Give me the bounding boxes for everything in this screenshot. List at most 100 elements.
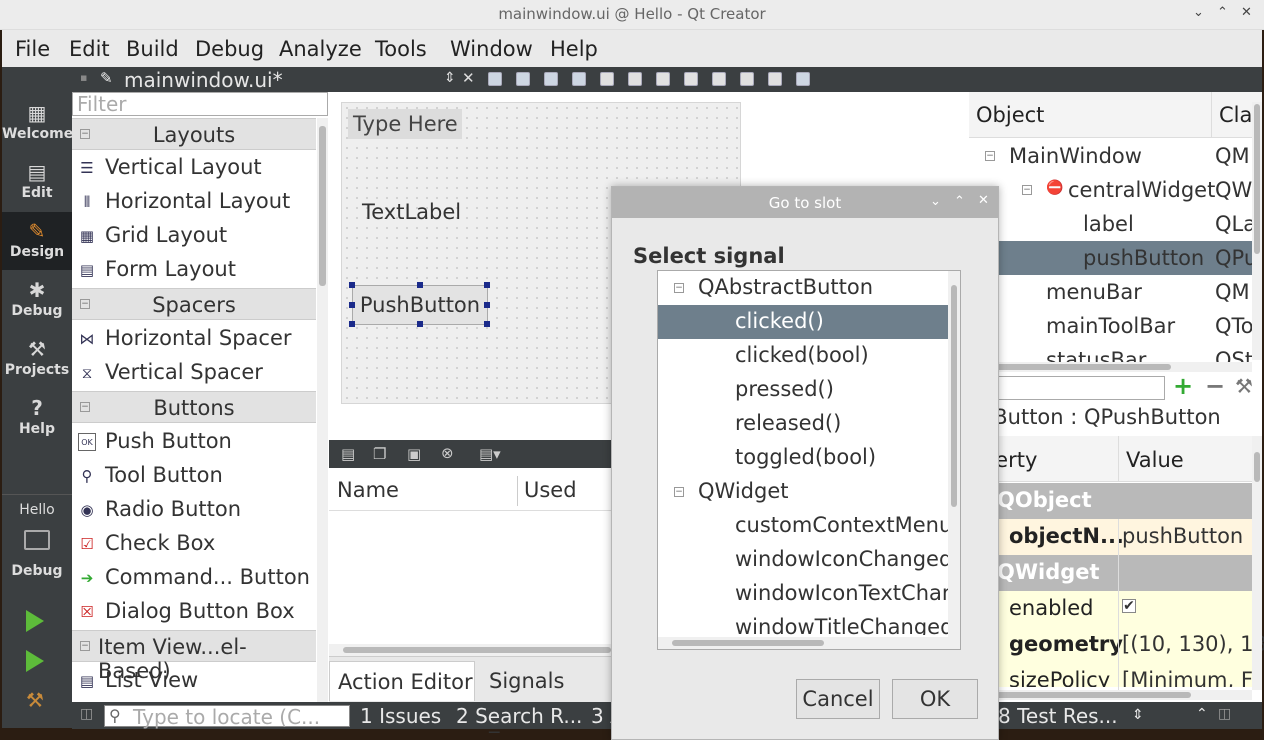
configure-wrench-icon[interactable]: ⚒ <box>1235 374 1253 398</box>
edit-widgets-icon[interactable] <box>488 72 502 86</box>
toggle-sidebar-icon[interactable]: ◫ <box>80 706 93 722</box>
status-search-results[interactable]: 2 Search R... <box>456 704 582 728</box>
object-row-menubar[interactable]: menuBar QM <box>969 275 1262 309</box>
col-class[interactable]: Cla <box>1219 103 1252 127</box>
widget-horizontal-layout[interactable]: ⦀ Horizontal Layout <box>72 185 316 219</box>
layout-form-icon[interactable] <box>712 72 726 86</box>
resize-handle[interactable] <box>417 321 423 327</box>
col-value[interactable]: Value <box>1126 448 1184 472</box>
dialog-close-icon[interactable]: ✕ <box>978 193 989 208</box>
widget-tool-button[interactable]: ⚲ Tool Button <box>72 459 316 493</box>
menu-help[interactable]: Help <box>550 37 598 61</box>
cancel-button[interactable]: Cancel <box>796 679 880 719</box>
break-layout-icon[interactable] <box>768 72 782 86</box>
menu-build[interactable]: Build <box>126 37 179 61</box>
resize-handle[interactable] <box>484 321 490 327</box>
edit-signals-icon[interactable] <box>516 72 530 86</box>
close-document-icon[interactable]: ✕ <box>462 69 475 87</box>
property-group-qwidget[interactable]: QWidget <box>969 555 1252 591</box>
property-row-geometry[interactable]: geometry [(10, 130), 13 <box>969 627 1264 663</box>
mode-design[interactable]: ✎ Design <box>2 212 72 270</box>
signal-tree-hscroll[interactable] <box>658 637 960 649</box>
mode-debug[interactable]: ✱ Debug <box>2 271 72 329</box>
widget-vertical-spacer[interactable]: ⧖ Vertical Spacer <box>72 356 316 390</box>
debug-run-icon[interactable] <box>26 650 44 672</box>
object-row-statusbar[interactable]: statusBar QSt <box>969 343 1262 363</box>
object-inspector-hscroll[interactable] <box>969 362 1252 372</box>
menu-tools[interactable]: Tools <box>375 37 427 61</box>
menu-edit[interactable]: Edit <box>69 37 110 61</box>
signal-clicked[interactable]: clicked() <box>658 305 948 339</box>
col-name[interactable]: Name <box>337 470 399 510</box>
form-push-button[interactable]: PushButton <box>352 285 488 325</box>
signal-custom-context-menu[interactable]: customContextMenu <box>658 509 948 543</box>
action-editor-hscroll[interactable] <box>329 644 611 656</box>
close-icon[interactable]: ✕ <box>1241 5 1252 20</box>
widget-form-layout[interactable]: ▤ Form Layout <box>72 253 316 287</box>
layout-horizontal-icon[interactable] <box>600 72 614 86</box>
new-action-icon[interactable]: ▤ <box>341 445 355 463</box>
widget-command-button[interactable]: ➔ Command... Button <box>72 561 316 595</box>
mode-edit[interactable]: ▤ Edit <box>2 153 72 211</box>
signal-group-qabstractbutton[interactable]: − QAbstractButton <box>658 271 948 305</box>
widget-grid-layout[interactable]: ▦ Grid Layout <box>72 219 316 253</box>
widget-vertical-layout[interactable]: ☰ Vertical Layout <box>72 151 316 185</box>
minimize-icon[interactable]: ⌄ <box>1193 5 1204 20</box>
signal-window-title-changed[interactable]: windowTitleChanged <box>658 611 948 635</box>
add-property-icon[interactable]: + <box>1173 372 1193 400</box>
mode-welcome[interactable]: ▦ Welcome <box>2 94 73 152</box>
widgetbox-scrollbar[interactable] <box>317 118 328 702</box>
edit-taborder-icon[interactable] <box>572 72 586 86</box>
signal-clicked-bool[interactable]: clicked(bool) <box>658 339 948 373</box>
widgetbox-filter-input[interactable]: Filter <box>72 92 328 116</box>
object-row-centralwidget[interactable]: − ⛔ centralWidget QW <box>969 173 1262 207</box>
status-issues[interactable]: 1 Issues <box>360 704 441 728</box>
property-hscroll[interactable] <box>969 690 1252 700</box>
widget-dialog-button-box[interactable]: ☒ Dialog Button Box <box>72 595 316 629</box>
object-row-label[interactable]: label QLa <box>969 207 1262 241</box>
build-hammer-icon[interactable]: ⚒ <box>26 688 44 712</box>
widget-push-button[interactable]: OK Push Button <box>72 425 316 459</box>
property-row-objectname[interactable]: objectN... pushButton <box>969 519 1252 555</box>
tab-signals-slots[interactable]: Signals _Slot <box>481 661 611 733</box>
copy-icon[interactable]: ❐ <box>373 445 386 463</box>
property-vscroll[interactable] <box>1252 436 1262 690</box>
collapse-output-icon[interactable]: ⌃ <box>1196 706 1208 722</box>
resize-handle[interactable] <box>484 282 490 288</box>
editor-filename[interactable]: mainwindow.ui* <box>124 68 283 92</box>
resize-handle[interactable] <box>349 302 355 308</box>
signal-group-qwidget[interactable]: − QWidget <box>658 475 948 509</box>
layout-hsplitter-icon[interactable] <box>656 72 670 86</box>
mode-help[interactable]: ? Help <box>2 389 72 447</box>
widget-list-view[interactable]: ▤ List View <box>72 664 316 698</box>
resize-handle[interactable] <box>417 282 423 288</box>
col-object[interactable]: Object <box>976 103 1044 127</box>
dialog-maximize-icon[interactable]: ⌃ <box>954 194 965 209</box>
category-layouts[interactable]: − Layouts <box>72 118 316 150</box>
run-icon[interactable] <box>26 610 44 632</box>
col-used[interactable]: Used <box>524 470 577 510</box>
signal-released[interactable]: released() <box>658 407 948 441</box>
maximize-icon[interactable]: ⌃ <box>1217 5 1228 20</box>
layout-vsplitter-icon[interactable] <box>684 72 698 86</box>
kit-config[interactable]: Debug <box>2 563 72 579</box>
resize-handle[interactable] <box>484 302 490 308</box>
status-test-results[interactable]: 8 Test Res... <box>998 704 1118 728</box>
signal-pressed[interactable]: pressed() <box>658 373 948 407</box>
property-value[interactable]: [Minimum, F <box>1122 668 1252 687</box>
delete-icon[interactable]: ⊗ <box>441 444 454 462</box>
resize-handle[interactable] <box>349 282 355 288</box>
menu-analyze[interactable]: Analyze <box>279 37 362 61</box>
ok-button[interactable]: OK <box>892 679 978 719</box>
widget-radio-button[interactable]: ◉ Radio Button <box>72 493 316 527</box>
category-item-views[interactable]: − Item View...el-Based) <box>72 630 316 683</box>
adjust-size-icon[interactable] <box>796 72 810 86</box>
tab-action-editor[interactable]: Action Editor <box>329 661 475 701</box>
view-mode-icon[interactable]: ▤▾ <box>479 445 501 463</box>
edit-buddies-icon[interactable] <box>544 72 558 86</box>
resize-handle[interactable] <box>349 321 355 327</box>
menu-window[interactable]: Window <box>450 37 533 61</box>
property-group-qobject[interactable]: QObject <box>969 483 1252 519</box>
object-row-maintoolbar[interactable]: mainToolBar QTo <box>969 309 1262 343</box>
property-row-sizepolicy[interactable]: sizePolicy [Minimum, F <box>969 663 1252 687</box>
